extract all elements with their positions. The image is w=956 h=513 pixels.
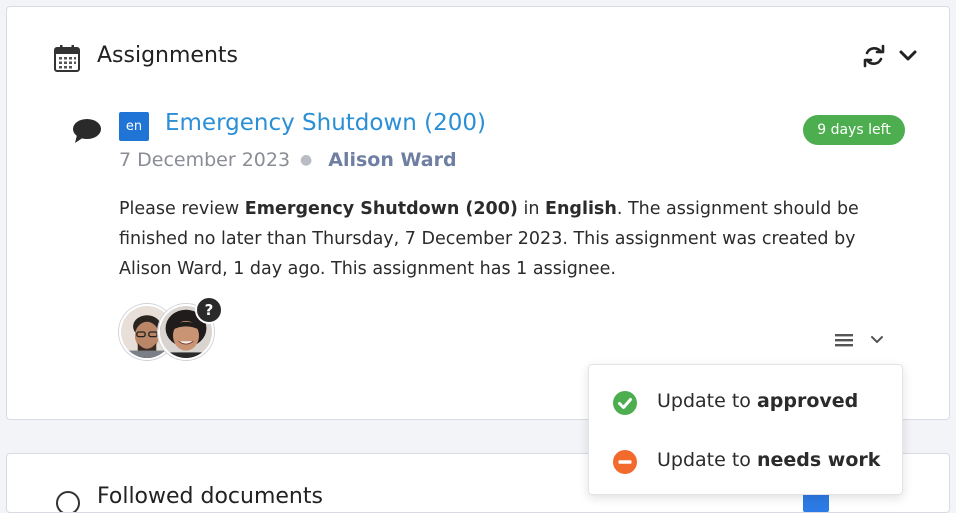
- document-icon: [56, 491, 80, 512]
- check-circle-icon: [613, 391, 637, 415]
- chevron-down-icon[interactable]: [897, 46, 919, 66]
- comment-icon: [73, 119, 101, 143]
- assignment-description: Please review Emergency Shutdown (200) i…: [119, 194, 879, 284]
- refresh-icon[interactable]: [862, 44, 886, 68]
- menu-item-strong: approved: [756, 390, 859, 412]
- menu-item-strong: needs work: [756, 449, 881, 471]
- menu-item-prefix: Update to: [657, 449, 757, 471]
- status-dropdown-menu: Update to approved Update to needs work: [588, 364, 903, 495]
- assignment-date: 7 December 2023: [119, 149, 291, 171]
- language-badge: en: [119, 112, 149, 141]
- hamburger-menu-icon[interactable]: [833, 330, 855, 350]
- card-title: Assignments: [97, 43, 238, 68]
- minus-circle-icon: [613, 450, 637, 474]
- document-title-link[interactable]: Emergency Shutdown (200): [165, 110, 486, 136]
- update-needs-work-menu-item[interactable]: Update to needs work: [589, 436, 902, 488]
- description-document: Emergency Shutdown (200): [244, 199, 518, 219]
- card-title: Followed documents: [97, 484, 323, 509]
- description-text: Please review: [119, 199, 245, 219]
- description-text: in: [517, 199, 545, 219]
- assignment-author[interactable]: Alison Ward: [328, 149, 456, 171]
- separator-dot: ●: [300, 152, 313, 168]
- description-language: English: [545, 199, 617, 219]
- assignee-status-badge: ?: [195, 296, 223, 324]
- days-left-badge: 9 days left: [803, 115, 905, 145]
- update-approved-menu-item[interactable]: Update to approved: [589, 377, 902, 429]
- chevron-down-icon[interactable]: [869, 333, 885, 347]
- update-needs-work-label: Update to needs work: [657, 449, 880, 471]
- update-approved-label: Update to approved: [657, 390, 858, 412]
- assignment-meta: 7 December 2023 ● Alison Ward: [119, 149, 457, 171]
- language-badge: [803, 492, 829, 512]
- assignments-card: Assignments en Emergency Shutdown (200) …: [6, 6, 950, 420]
- calendar-icon: [54, 45, 80, 72]
- menu-item-prefix: Update to: [657, 390, 757, 412]
